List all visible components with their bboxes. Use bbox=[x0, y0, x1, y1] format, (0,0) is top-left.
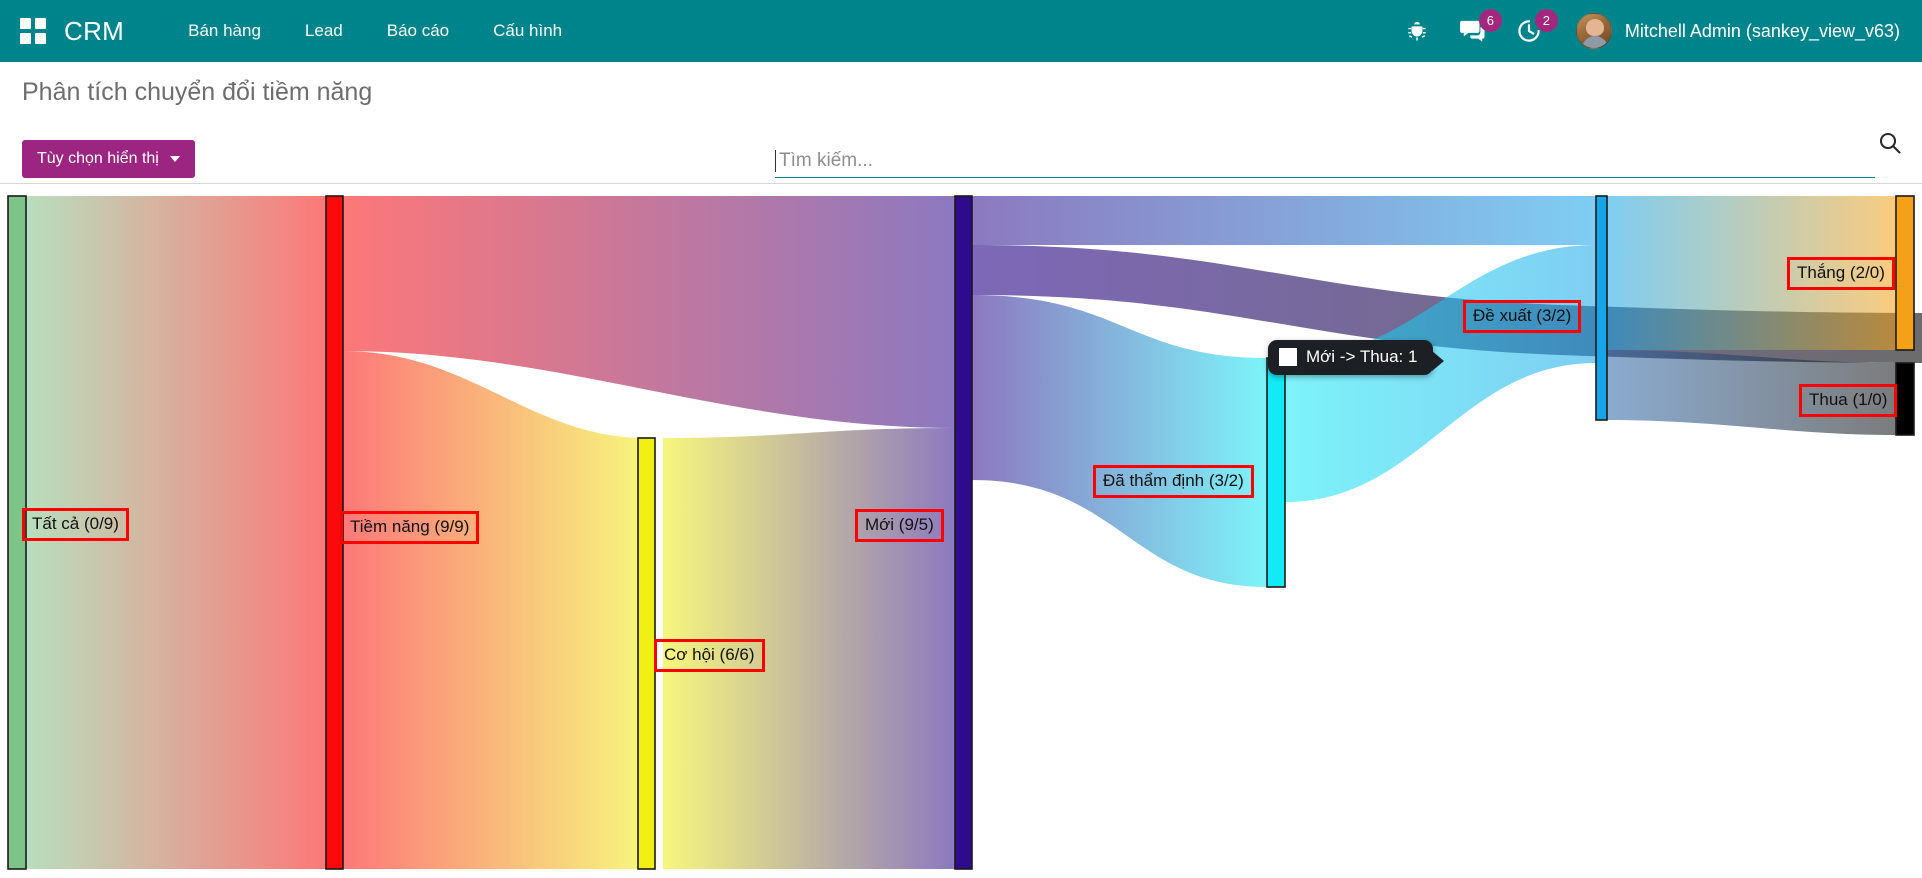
messages-badge: 6 bbox=[1479, 9, 1502, 32]
tooltip-color-swatch bbox=[1279, 348, 1297, 366]
user-name-label: Mitchell Admin (sankey_view_v63) bbox=[1625, 21, 1900, 42]
sankey-chart[interactable]: Tất cả (0/9) Tiềm năng (9/9) Cơ hội (6/6… bbox=[0, 185, 1922, 878]
search-input[interactable] bbox=[777, 149, 1777, 173]
breadcrumb: Phân tích chuyển đổi tiềm năng bbox=[22, 78, 372, 107]
messages-icon[interactable]: 6 bbox=[1456, 14, 1490, 48]
app-brand-crm[interactable]: CRM bbox=[64, 16, 124, 47]
chevron-down-icon bbox=[170, 156, 180, 162]
top-navbar: CRM Bán hàng Lead Báo cáo Cấu hình 6 bbox=[0, 0, 1922, 62]
node-label-moi[interactable]: Mới (9/5) bbox=[855, 509, 944, 542]
measures-button[interactable]: Tùy chọn hiển thị bbox=[22, 140, 195, 178]
node-label-tiem-nang[interactable]: Tiềm năng (9/9) bbox=[340, 511, 479, 544]
clock-activity-icon[interactable]: 2 bbox=[1512, 14, 1546, 48]
search-icon[interactable] bbox=[1877, 130, 1903, 161]
node-thua[interactable] bbox=[1896, 363, 1914, 435]
measures-button-label: Tùy chọn hiển thị bbox=[37, 150, 159, 168]
node-moi[interactable] bbox=[955, 196, 972, 869]
apps-grid-icon[interactable] bbox=[20, 18, 46, 44]
menu-item-lead[interactable]: Lead bbox=[283, 0, 365, 62]
link-tooltip: Mới -> Thua: 1 bbox=[1268, 340, 1433, 375]
node-label-tat-ca[interactable]: Tất cả (0/9) bbox=[22, 508, 129, 541]
node-label-co-hoi[interactable]: Cơ hội (6/6) bbox=[654, 639, 765, 672]
link-tiemnang-cohoi[interactable] bbox=[343, 351, 646, 869]
tooltip-label: Mới -> Thua: 1 bbox=[1306, 347, 1417, 367]
node-da-tham-dinh[interactable] bbox=[1267, 358, 1285, 587]
apps-grid-cell bbox=[20, 33, 31, 44]
link-moi-dexuat[interactable] bbox=[972, 196, 1596, 245]
node-label-thang[interactable]: Thắng (2/0) bbox=[1787, 257, 1895, 290]
node-co-hoi[interactable] bbox=[638, 438, 655, 869]
menu-item-cau-hinh[interactable]: Cấu hình bbox=[471, 0, 584, 62]
apps-grid-cell bbox=[35, 18, 46, 29]
node-thang[interactable] bbox=[1896, 196, 1914, 350]
search-bar[interactable] bbox=[775, 144, 1875, 178]
node-label-da-tham-dinh[interactable]: Đã thẩm định (3/2) bbox=[1093, 465, 1254, 498]
bug-icon[interactable] bbox=[1400, 14, 1434, 48]
node-de-xuat[interactable] bbox=[1596, 196, 1607, 420]
main-menu: Bán hàng Lead Báo cáo Cấu hình bbox=[166, 0, 584, 62]
activities-badge: 2 bbox=[1535, 9, 1558, 32]
node-label-de-xuat[interactable]: Đề xuất (3/2) bbox=[1463, 300, 1581, 333]
apps-grid-cell bbox=[20, 18, 31, 29]
sankey-svg bbox=[0, 185, 1922, 878]
user-menu[interactable]: Mitchell Admin (sankey_view_v63) bbox=[1576, 13, 1900, 49]
link-moi-dathamdinh[interactable] bbox=[972, 295, 1267, 587]
control-panel: Phân tích chuyển đổi tiềm năng Tùy chọn … bbox=[0, 62, 1922, 184]
apps-grid-cell bbox=[35, 33, 46, 44]
node-label-thua[interactable]: Thua (1/0) bbox=[1799, 384, 1897, 417]
sankey-links bbox=[26, 196, 1922, 869]
text-cursor bbox=[775, 150, 776, 172]
avatar bbox=[1576, 13, 1612, 49]
menu-item-bao-cao[interactable]: Báo cáo bbox=[365, 0, 471, 62]
menu-item-ban-hang[interactable]: Bán hàng bbox=[166, 0, 283, 62]
